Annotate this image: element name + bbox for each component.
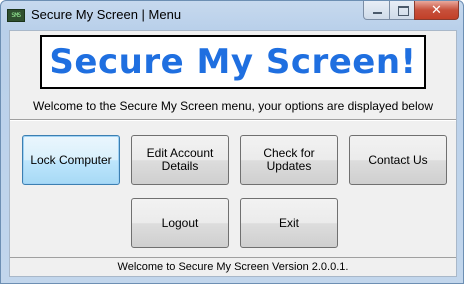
logout-button[interactable]: Logout: [131, 198, 229, 248]
banner: Secure My Screen!: [40, 35, 426, 89]
welcome-text: Welcome to the Secure My Screen menu, yo…: [33, 99, 433, 113]
close-icon: ✕: [431, 2, 442, 17]
maximize-button[interactable]: [389, 1, 415, 20]
minimize-icon: [373, 12, 382, 14]
status-bar: Welcome to Secure My Screen Version 2.0.…: [10, 257, 456, 276]
exit-button[interactable]: Exit: [240, 198, 338, 248]
window-title: Secure My Screen | Menu: [31, 7, 182, 22]
app-icon: SMS: [7, 9, 25, 22]
check-for-updates-button[interactable]: Check for Updates: [240, 135, 338, 185]
edit-account-details-button[interactable]: Edit Account Details: [131, 135, 229, 185]
minimize-button[interactable]: [363, 1, 390, 20]
maximize-icon: [398, 6, 409, 16]
separator: [10, 119, 456, 121]
banner-title: Secure My Screen!: [49, 42, 417, 82]
close-button[interactable]: ✕: [414, 1, 459, 20]
client-area: Secure My Screen! Welcome to the Secure …: [9, 30, 457, 277]
lock-computer-button[interactable]: Lock Computer: [22, 135, 120, 185]
contact-us-button[interactable]: Contact Us: [349, 135, 447, 185]
title-bar[interactable]: SMS Secure My Screen | Menu ✕: [1, 1, 463, 29]
main-window: SMS Secure My Screen | Menu ✕ Secure My …: [0, 0, 464, 284]
